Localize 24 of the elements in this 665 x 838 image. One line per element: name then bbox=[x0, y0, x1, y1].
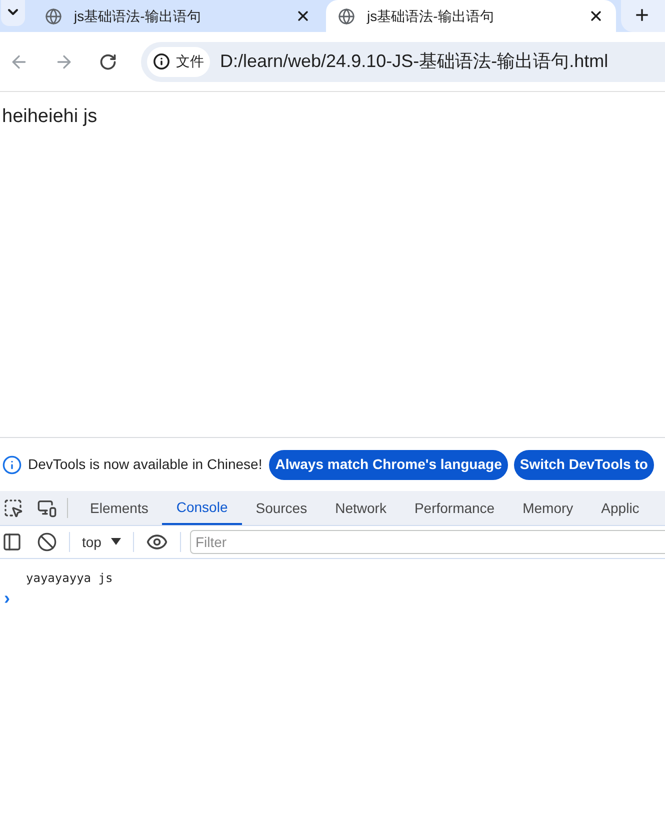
filter-field[interactable]: Filter bbox=[190, 530, 665, 554]
console-prompt[interactable]: › bbox=[0, 589, 665, 607]
panel-tab[interactable]: Memory bbox=[508, 491, 588, 525]
panel-tab[interactable]: Console bbox=[162, 491, 242, 525]
context-selector[interactable]: top bbox=[82, 532, 122, 552]
panel-tab[interactable]: Performance bbox=[400, 491, 509, 525]
browser-tab[interactable]: js基础语法-输出语句 bbox=[326, 0, 616, 32]
new-tab-button[interactable]: + bbox=[621, 0, 665, 32]
url-text: D:/learn/web/24.9.10-JS-基础语法-输出语句.html bbox=[220, 50, 608, 73]
console-message: yayayayya js bbox=[25, 570, 114, 587]
panel-tab[interactable]: Network bbox=[321, 491, 400, 525]
site-info-chip[interactable]: 文件 bbox=[147, 46, 210, 76]
tab-title: js基础语法-输出语句 bbox=[74, 6, 202, 26]
address-bar[interactable]: 文件 D:/learn/web/24.9.10-JS-基础语法-输出语句.html bbox=[141, 42, 665, 82]
tab-title: js基础语法-输出语句 bbox=[367, 6, 495, 26]
panel-tab[interactable]: Applic bbox=[587, 491, 654, 525]
panel-tab[interactable]: Sources bbox=[242, 491, 322, 525]
panel-tab[interactable]: Elements bbox=[76, 491, 162, 525]
notice-button[interactable]: Always match Chrome's language bbox=[269, 450, 508, 480]
notice-button[interactable]: Switch DevTools to bbox=[514, 450, 654, 480]
page-text: heiheiehi js bbox=[1, 105, 98, 129]
chip-label: 文件 bbox=[176, 52, 204, 71]
browser-tab[interactable]: js基础语法-输出语句 bbox=[33, 0, 323, 32]
notice-text: DevTools is now available in Chinese! bbox=[28, 455, 262, 474]
